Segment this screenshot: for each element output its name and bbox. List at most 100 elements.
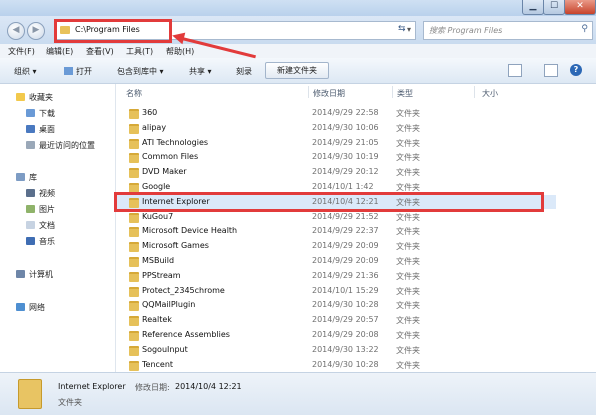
file-name: PPStream [142, 270, 181, 280]
star-icon [16, 93, 25, 101]
nav-network-label: 网络 [29, 303, 45, 312]
nav-videos[interactable]: 视频 [26, 188, 55, 199]
table-row[interactable]: 360 2014/9/29 22:58 文件夹 [116, 106, 556, 120]
nav-music[interactable]: 音乐 [26, 236, 55, 247]
table-row[interactable]: SogouInput 2014/9/30 13:22 文件夹 [116, 343, 556, 357]
table-row[interactable]: Reference Assemblies 2014/9/29 20:08 文件夹 [116, 328, 556, 342]
file-type: 文件夹 [396, 153, 420, 163]
folder-icon [129, 271, 139, 282]
open-icon [64, 67, 73, 75]
preview-pane-icon[interactable] [544, 64, 558, 77]
file-type: 文件夹 [396, 168, 420, 178]
file-name: 360 [142, 108, 158, 117]
table-row[interactable]: PPStream 2014/9/29 21:36 文件夹 [116, 269, 556, 283]
title-bar: ▁ ☐ ✕ [0, 0, 596, 16]
table-row[interactable]: QQMailPlugin 2014/9/30 10:28 文件夹 [116, 298, 556, 312]
menu-edit[interactable]: 编辑(E) [46, 46, 73, 57]
nav-favorites[interactable]: 收藏夹 [16, 92, 53, 103]
nav-downloads[interactable]: 下载 [26, 108, 55, 119]
file-name: Realtek [142, 315, 172, 325]
file-type: 文件夹 [396, 331, 420, 340]
file-name: Reference Assemblies [142, 330, 230, 339]
share-button[interactable]: 共享 ▾ [189, 66, 212, 77]
nav-desktop[interactable]: 桌面 [26, 124, 55, 135]
nav-computer[interactable]: 计算机 [16, 269, 53, 280]
file-name: Microsoft Games [142, 241, 209, 251]
table-row[interactable]: Microsoft Device Health 2014/9/29 22:37 文件… [116, 224, 556, 238]
network-icon [16, 303, 25, 311]
table-row[interactable]: Common Files 2014/9/30 10:19 文件夹 [116, 150, 556, 164]
nav-recent[interactable]: 最近访问的位置 [26, 140, 95, 151]
minimize-button[interactable]: ▁ [522, 0, 544, 15]
table-row[interactable]: Protect_2345chrome 2014/10/1 15:29 文件夹 [116, 284, 556, 298]
nav-documents[interactable]: 文档 [26, 220, 55, 231]
burn-button[interactable]: 刻录 [236, 66, 252, 77]
file-type: 文件夹 [396, 123, 420, 133]
address-highlight-box [54, 19, 172, 43]
nav-network[interactable]: 网络 [16, 302, 45, 313]
nav-downloads-label: 下载 [39, 109, 55, 118]
column-divider[interactable] [474, 86, 475, 98]
table-row[interactable]: Realtek 2014/9/29 20:57 文件夹 [116, 313, 556, 327]
nav-favorites-label: 收藏夹 [29, 93, 53, 102]
chevron-down-icon[interactable]: ▾ [407, 25, 411, 34]
menu-file[interactable]: 文件(F) [8, 46, 35, 57]
file-type: 文件夹 [396, 286, 420, 296]
menu-tools[interactable]: 工具(T) [126, 46, 153, 57]
folder-icon [129, 123, 139, 134]
include-library-button[interactable]: 包含到库中 ▾ [117, 66, 164, 77]
menu-view[interactable]: 查看(V) [86, 46, 114, 57]
nav-pictures[interactable]: 图片 [26, 204, 55, 215]
nav-videos-label: 视频 [39, 189, 55, 198]
file-date: 2014/9/30 13:22 [312, 344, 379, 354]
open-button[interactable]: 打开 [64, 66, 92, 77]
table-row[interactable]: ATI Technologies 2014/9/29 21:05 文件夹 [116, 136, 556, 150]
menu-help[interactable]: 帮助(H) [166, 46, 194, 57]
file-date: 2014/9/30 10:28 [312, 300, 379, 310]
desktop-icon [26, 125, 35, 133]
column-type[interactable]: 类型 [397, 88, 413, 99]
file-type: 文件夹 [396, 109, 420, 118]
file-date: 2014/9/29 20:09 [312, 241, 379, 251]
nav-libraries[interactable]: 库 [16, 172, 37, 183]
selected-type: 文件夹 [58, 398, 82, 407]
file-name: alipay [142, 122, 167, 132]
nav-libraries-label: 库 [29, 173, 37, 182]
file-date: 2014/9/29 21:05 [312, 137, 379, 147]
organize-button[interactable]: 组织 ▾ [14, 66, 37, 77]
folder-icon [129, 257, 139, 267]
column-divider[interactable] [392, 86, 393, 98]
close-button[interactable]: ✕ [564, 0, 596, 15]
file-name: SogouInput [142, 344, 188, 354]
column-date[interactable]: 修改日期 [313, 88, 345, 99]
table-row[interactable]: Tencent 2014/9/30 10:28 文件夹 [116, 358, 556, 372]
file-date: 2014/9/29 20:12 [312, 167, 379, 177]
new-folder-button[interactable]: 新建文件夹 [265, 62, 329, 79]
open-label: 打开 [76, 67, 92, 76]
table-row[interactable]: alipay 2014/9/30 10:06 文件夹 [116, 121, 556, 135]
refresh-icon[interactable]: ⇆ [398, 24, 406, 34]
file-list: 名称 修改日期 类型 大小 360 2014/9/29 22:58 文件夹 alipa… [116, 84, 594, 372]
table-row[interactable]: DVD Maker 2014/9/29 20:12 文件夹 [116, 165, 556, 179]
file-date: 2014/9/29 20:57 [312, 315, 379, 325]
help-icon[interactable]: ? [570, 64, 582, 76]
table-row[interactable]: Microsoft Games 2014/9/29 20:09 文件夹 [116, 239, 556, 253]
back-button[interactable]: ◀ [7, 22, 25, 40]
forward-button[interactable]: ▶ [27, 22, 45, 40]
selected-name: Internet Explorer [58, 382, 126, 391]
column-name[interactable]: 名称 [126, 88, 142, 99]
search-icon[interactable]: ⚲ [581, 24, 588, 34]
file-type: 文件夹 [396, 345, 420, 355]
file-type: 文件夹 [396, 257, 420, 266]
file-name: Tencent [142, 359, 174, 369]
folder-icon [129, 242, 139, 253]
nav-music-label: 音乐 [39, 237, 55, 246]
maximize-button[interactable]: ☐ [543, 0, 565, 15]
view-options-icon[interactable] [508, 64, 522, 77]
column-divider[interactable] [308, 86, 309, 98]
search-input[interactable]: 搜索 Program Files ⚲ [423, 21, 593, 40]
folder-icon [129, 331, 139, 341]
table-row[interactable]: MSBuild 2014/9/29 20:09 文件夹 [116, 254, 556, 268]
file-date: 2014/9/29 20:08 [312, 330, 379, 339]
column-size[interactable]: 大小 [482, 88, 498, 99]
